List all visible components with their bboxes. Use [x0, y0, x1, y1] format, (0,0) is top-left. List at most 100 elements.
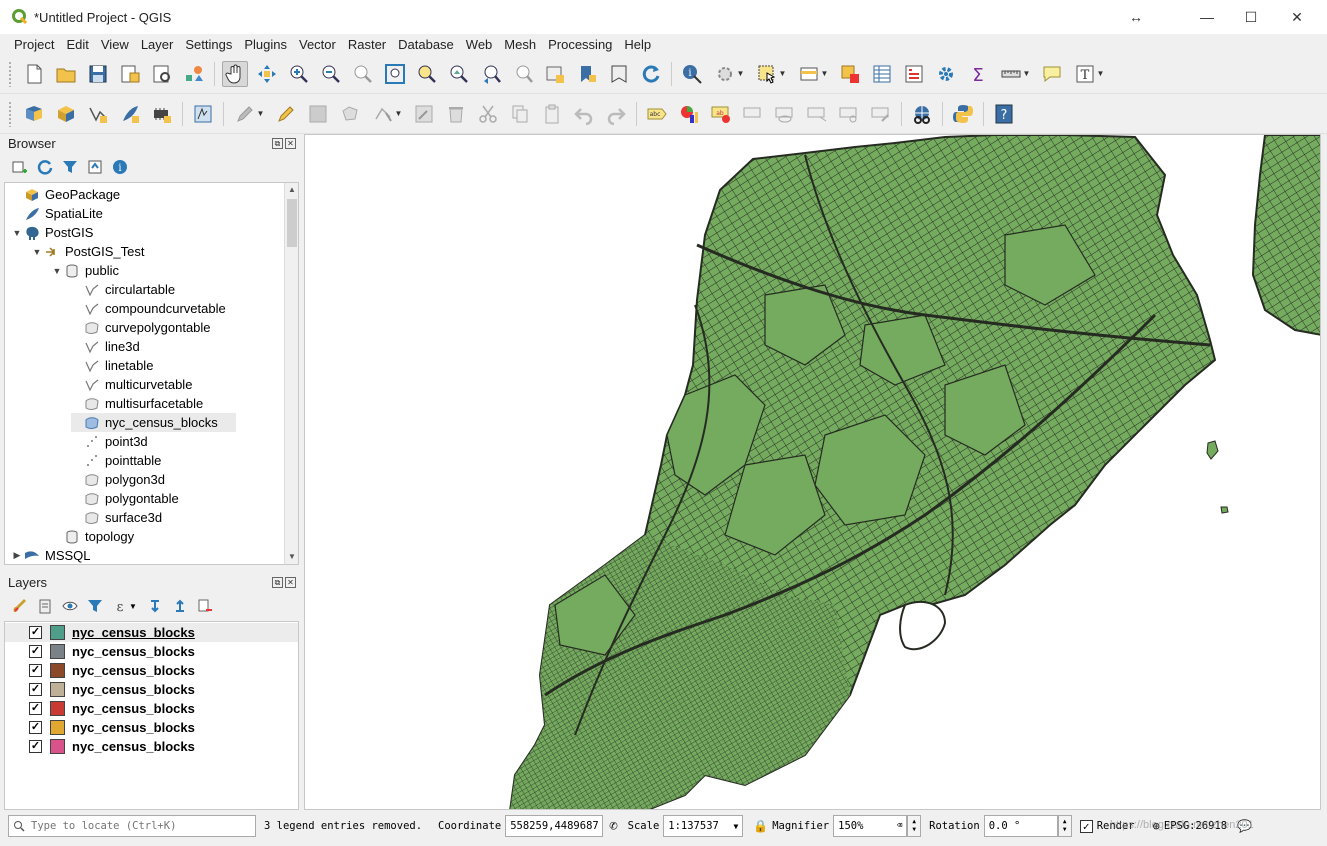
maximize-button[interactable]: ☐: [1228, 0, 1274, 34]
expanded-arrow-icon[interactable]: ▼: [11, 228, 23, 238]
zoom-in-button[interactable]: [286, 61, 312, 87]
close-panel-icon[interactable]: ✕: [285, 576, 296, 588]
attribute-table-button[interactable]: [869, 61, 895, 87]
float-panel-icon[interactable]: ⧉: [272, 137, 283, 149]
magnifier-spinner[interactable]: ▲ ▼: [907, 815, 922, 837]
expanded-arrow-icon[interactable]: ▼: [51, 266, 63, 276]
menu-layer[interactable]: Layer: [135, 37, 180, 52]
zoom-to-selection-button[interactable]: [414, 61, 440, 87]
toolbar-grip[interactable]: [8, 60, 12, 87]
vertex-tool-button[interactable]: ▼: [369, 101, 405, 127]
browser-item-line3d[interactable]: line3d: [71, 337, 140, 356]
filter-browser-button[interactable]: [60, 157, 80, 177]
new-spatialite-layer-button[interactable]: [117, 101, 143, 127]
layout-manager-button[interactable]: [149, 61, 175, 87]
help-button[interactable]: ?: [991, 101, 1017, 127]
add-group-button[interactable]: [35, 596, 55, 616]
menu-help[interactable]: Help: [618, 37, 657, 52]
zoom-next-button[interactable]: [510, 61, 536, 87]
browser-item-topology[interactable]: topology: [51, 527, 134, 546]
locator-search-input[interactable]: [31, 820, 241, 832]
change-label-button[interactable]: [868, 101, 894, 127]
scroll-up-arrow-icon[interactable]: ▲: [285, 183, 298, 197]
highlight-pinned-labels-button[interactable]: ab: [708, 101, 734, 127]
new-geopackage-layer-button[interactable]: [53, 101, 79, 127]
text-annotation-button[interactable]: T ▼: [1071, 61, 1107, 87]
float-panel-icon[interactable]: ⧉: [272, 576, 283, 588]
coordinate-field[interactable]: 558259,4489687: [505, 815, 604, 837]
browser-scrollbar[interactable]: ▲ ▼: [284, 183, 298, 564]
browser-item-mssql[interactable]: ▶ MSSQL: [11, 546, 91, 564]
scroll-down-arrow-icon[interactable]: ▼: [285, 550, 298, 564]
locator-search-field[interactable]: [8, 815, 256, 837]
layer-visibility-checkbox[interactable]: ✓: [29, 645, 42, 658]
statistical-summary-button[interactable]: Σ: [965, 61, 991, 87]
scrollbar-thumb[interactable]: [287, 199, 297, 247]
browser-item-spatialite[interactable]: SpatiaLite: [11, 204, 103, 223]
render-checkbox[interactable]: ✓: [1079, 819, 1093, 833]
add-layer-button[interactable]: [10, 157, 30, 177]
menu-project[interactable]: Project: [8, 37, 60, 52]
menu-vector[interactable]: Vector: [293, 37, 342, 52]
rotation-field[interactable]: 0.0 °: [983, 815, 1058, 837]
expand-all-button[interactable]: [145, 596, 165, 616]
layer-row[interactable]: ✓ nyc_census_blocks: [5, 661, 298, 680]
expanded-arrow-icon[interactable]: ▼: [31, 247, 43, 257]
collapse-all-button[interactable]: [85, 157, 105, 177]
browser-item-compoundcurvetable[interactable]: compoundcurvetable: [71, 299, 226, 318]
add-feature-button[interactable]: [337, 101, 363, 127]
layer-visibility-checkbox[interactable]: ✓: [29, 702, 42, 715]
layer-labeling-button[interactable]: abc: [644, 101, 670, 127]
browser-item-postgis-test[interactable]: ▼ PostGIS_Test: [31, 242, 145, 261]
browser-item-polygontable[interactable]: polygontable: [71, 489, 179, 508]
map-render[interactable]: [305, 135, 1321, 810]
map-canvas[interactable]: [304, 134, 1321, 810]
properties-button[interactable]: i: [110, 157, 130, 177]
menu-plugins[interactable]: Plugins: [238, 37, 293, 52]
browser-item-nyc-census-blocks[interactable]: nyc_census_blocks: [71, 413, 236, 432]
zoom-out-button[interactable]: [318, 61, 344, 87]
layer-row[interactable]: ✓ nyc_census_blocks: [5, 642, 298, 661]
python-console-button[interactable]: [950, 101, 976, 127]
layer-visibility-checkbox[interactable]: ✓: [29, 721, 42, 734]
collapsed-arrow-icon[interactable]: ▶: [11, 550, 23, 561]
measure-button[interactable]: ▼: [997, 61, 1033, 87]
manage-visibility-button[interactable]: [60, 596, 80, 616]
field-calculator-button[interactable]: [901, 61, 927, 87]
undo-button[interactable]: [571, 101, 597, 127]
show-bookmarks-button[interactable]: [606, 61, 632, 87]
zoom-native-button[interactable]: [350, 61, 376, 87]
filter-legend-button[interactable]: [85, 596, 105, 616]
save-layer-edits-button[interactable]: [305, 101, 331, 127]
browser-item-pointtable[interactable]: pointtable: [71, 451, 161, 470]
layer-row[interactable]: ✓ nyc_census_blocks: [5, 718, 298, 737]
open-styling-button[interactable]: [10, 596, 30, 616]
browser-refresh-button[interactable]: [35, 157, 55, 177]
layer-visibility-checkbox[interactable]: ✓: [29, 683, 42, 696]
layer-diagram-button[interactable]: [676, 101, 702, 127]
close-button[interactable]: ✕: [1274, 0, 1320, 34]
menu-settings[interactable]: Settings: [179, 37, 238, 52]
manhattan-polygon[interactable]: [1251, 135, 1321, 336]
redo-button[interactable]: [603, 101, 629, 127]
menu-view[interactable]: View: [95, 37, 135, 52]
toolbar-grip[interactable]: [8, 100, 12, 127]
filter-expression-button[interactable]: ε ▼: [110, 596, 140, 616]
layer-row[interactable]: ✓ nyc_census_blocks: [5, 623, 298, 642]
browser-item-multisurfacetable[interactable]: multisurfacetable: [71, 394, 203, 413]
new-shapefile-layer-button[interactable]: [85, 101, 111, 127]
menu-database[interactable]: Database: [392, 37, 460, 52]
copy-features-button[interactable]: [507, 101, 533, 127]
refresh-button[interactable]: [638, 61, 664, 87]
rotate-label-button[interactable]: [836, 101, 862, 127]
map-tips-button[interactable]: [1039, 61, 1065, 87]
show-hide-labels-button[interactable]: [772, 101, 798, 127]
cut-features-button[interactable]: [475, 101, 501, 127]
menu-edit[interactable]: Edit: [60, 37, 94, 52]
current-edits-button[interactable]: ▼: [231, 101, 267, 127]
browser-item-geopackage[interactable]: GeoPackage: [11, 185, 120, 204]
coordinate-toggle-icon[interactable]: ✆: [609, 818, 617, 834]
pan-to-selection-button[interactable]: [254, 61, 280, 87]
menu-raster[interactable]: Raster: [342, 37, 392, 52]
layer-row[interactable]: ✓ nyc_census_blocks: [5, 699, 298, 718]
